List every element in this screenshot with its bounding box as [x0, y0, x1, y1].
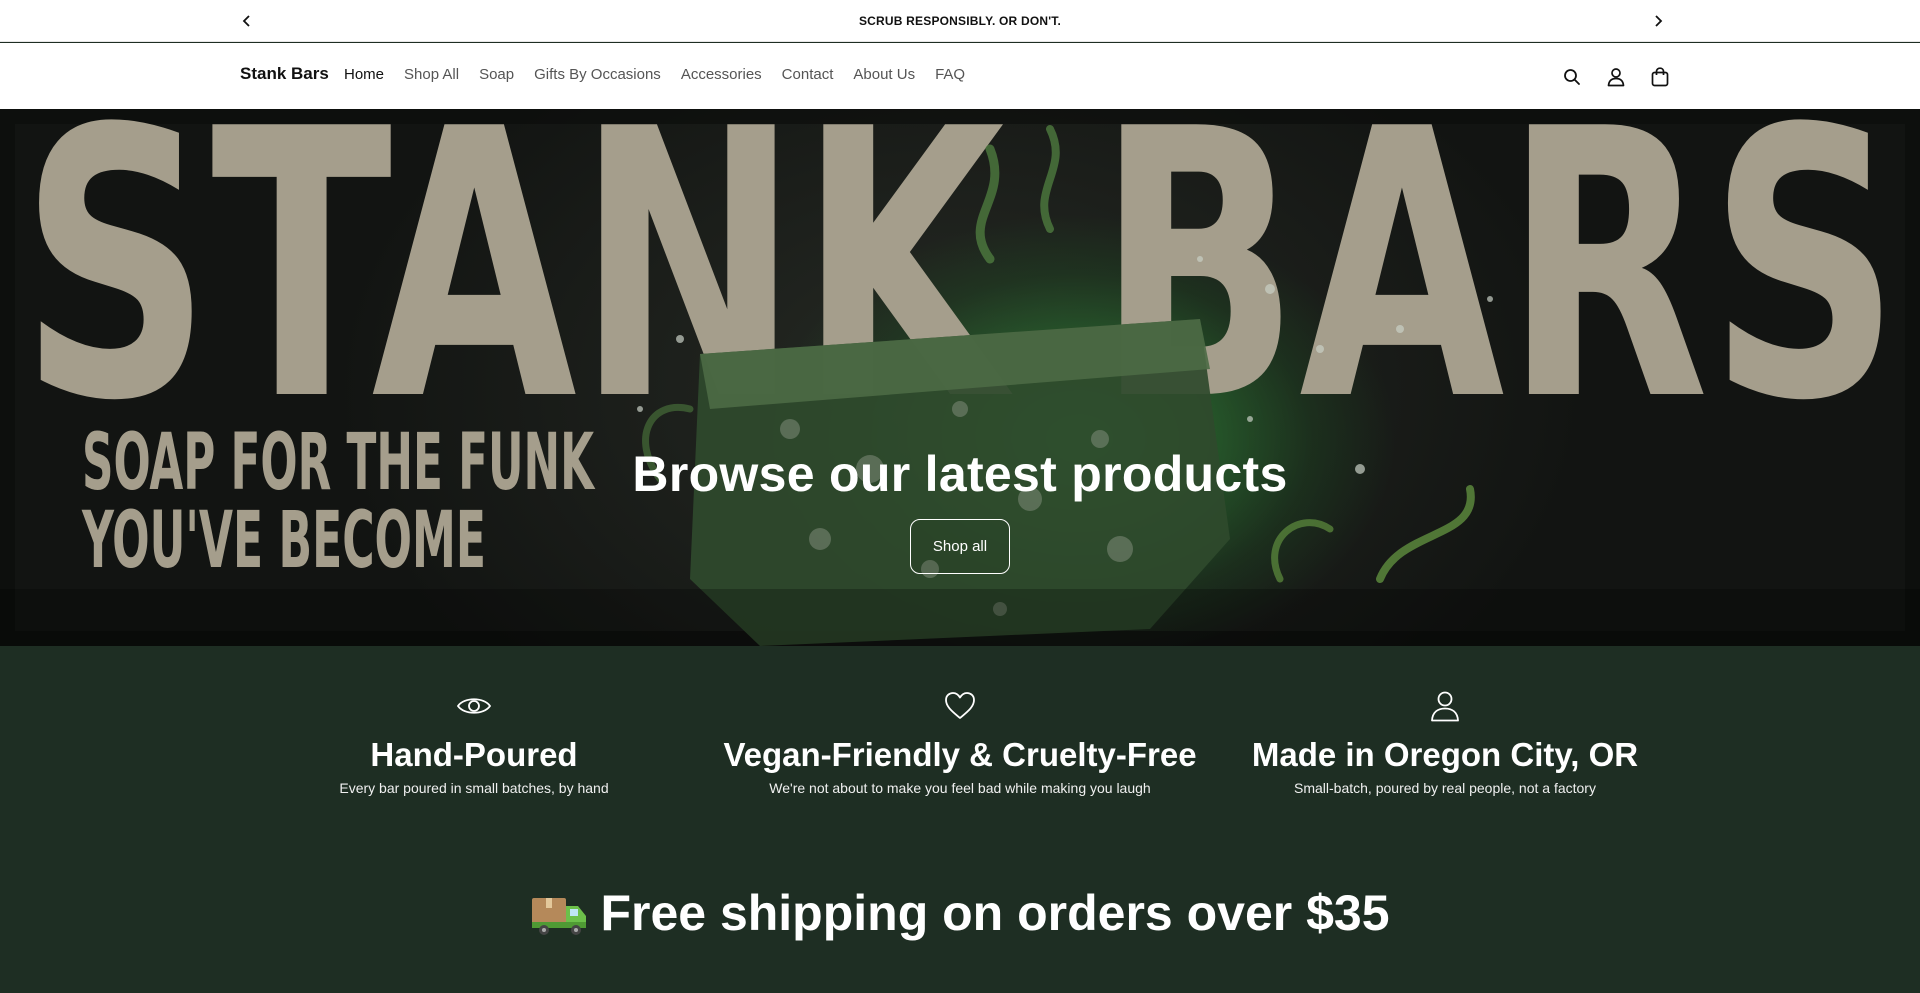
hero-title: Browse our latest products — [632, 446, 1288, 502]
search-icon — [1564, 69, 1580, 85]
nav-item-shop-all[interactable]: Shop All — [404, 66, 459, 83]
feature-title: Hand-Poured — [370, 736, 578, 773]
search-button[interactable] — [1560, 65, 1584, 89]
feature-made-in-oregon: Made in Oregon City, OR Small-batch, pou… — [1205, 690, 1685, 796]
main-nav: Home Shop All Soap Gifts By Occasions Ac… — [344, 66, 985, 83]
brand-logo[interactable]: Stank Bars — [240, 64, 329, 84]
delivery-truck-icon — [532, 898, 587, 935]
nav-item-accessories[interactable]: Accessories — [681, 66, 762, 83]
nav-item-soap[interactable]: Soap — [479, 66, 514, 83]
account-icon — [1607, 68, 1625, 87]
announcement-next-button[interactable] — [1646, 9, 1670, 33]
features-section: Hand-Poured Every bar poured in small ba… — [0, 646, 1920, 993]
announcement-prev-button[interactable] — [235, 9, 259, 33]
eye-icon — [456, 698, 492, 714]
nav-item-contact[interactable]: Contact — [782, 66, 834, 83]
site-header: Stank Bars Home Shop All Soap Gifts By O… — [0, 43, 1920, 109]
account-button[interactable] — [1604, 65, 1628, 89]
feature-title: Made in Oregon City, OR — [1251, 736, 1639, 773]
feature-vegan-friendly: Vegan-Friendly & Cruelty-Free We're not … — [720, 690, 1200, 796]
chevron-left-icon — [242, 15, 250, 27]
person-icon — [1431, 691, 1459, 722]
nav-item-gifts-by-occasions[interactable]: Gifts By Occasions — [534, 66, 661, 83]
chevron-right-icon — [1655, 15, 1663, 27]
heart-icon — [945, 692, 975, 719]
hero-image-tagline-2: YOU'VE BECOME — [81, 496, 486, 586]
nav-item-about-us[interactable]: About Us — [853, 66, 915, 83]
shop-all-button[interactable]: Shop all — [910, 519, 1010, 574]
feature-description: Every bar poured in small batches, by ha… — [339, 780, 609, 796]
cart-icon — [1651, 67, 1669, 87]
feature-description: Small-batch, poured by real people, not … — [1294, 780, 1596, 796]
nav-item-faq[interactable]: FAQ — [935, 66, 965, 83]
header-actions — [1560, 65, 1692, 89]
announcement-text: SCRUB RESPONSIBLY. OR DON'T. — [858, 13, 1062, 28]
free-shipping-banner: Free shipping on orders over $35 — [0, 884, 1920, 942]
nav-item-home[interactable]: Home — [344, 66, 384, 83]
announcement-bar: SCRUB RESPONSIBLY. OR DON'T. — [0, 0, 1920, 42]
free-shipping-text: Free shipping on orders over $35 — [600, 885, 1390, 941]
feature-title: Vegan-Friendly & Cruelty-Free — [723, 736, 1197, 773]
feature-description: We're not about to make you feel bad whi… — [769, 780, 1151, 796]
feature-hand-poured: Hand-Poured Every bar poured in small ba… — [234, 690, 714, 796]
hero-banner: STANK BARS SOAP FOR THE FUNK YOU'VE BECO… — [0, 109, 1920, 646]
cart-button[interactable] — [1648, 65, 1672, 89]
